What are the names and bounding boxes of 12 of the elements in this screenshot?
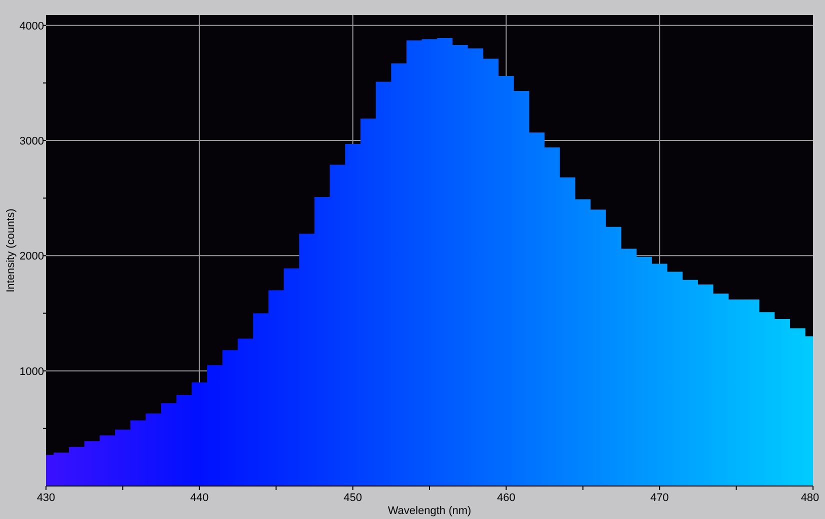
x-tick-label: 450 bbox=[344, 492, 362, 504]
x-tick-label: 430 bbox=[36, 492, 56, 504]
x-tick-label: 460 bbox=[497, 492, 516, 504]
x-tick-label: 470 bbox=[650, 492, 669, 504]
x-axis-title: Wavelength (nm) bbox=[388, 505, 472, 517]
x-tick-label: 440 bbox=[190, 492, 209, 504]
y-axis-title: Intensity (counts) bbox=[5, 208, 17, 292]
y-tick-label: 2000 bbox=[20, 250, 44, 263]
x-tick-label: 480 bbox=[800, 492, 820, 504]
y-tick-label: 4000 bbox=[20, 20, 44, 32]
y-tick-label: 3000 bbox=[20, 136, 44, 148]
y-tick-label: 1000 bbox=[20, 366, 44, 378]
